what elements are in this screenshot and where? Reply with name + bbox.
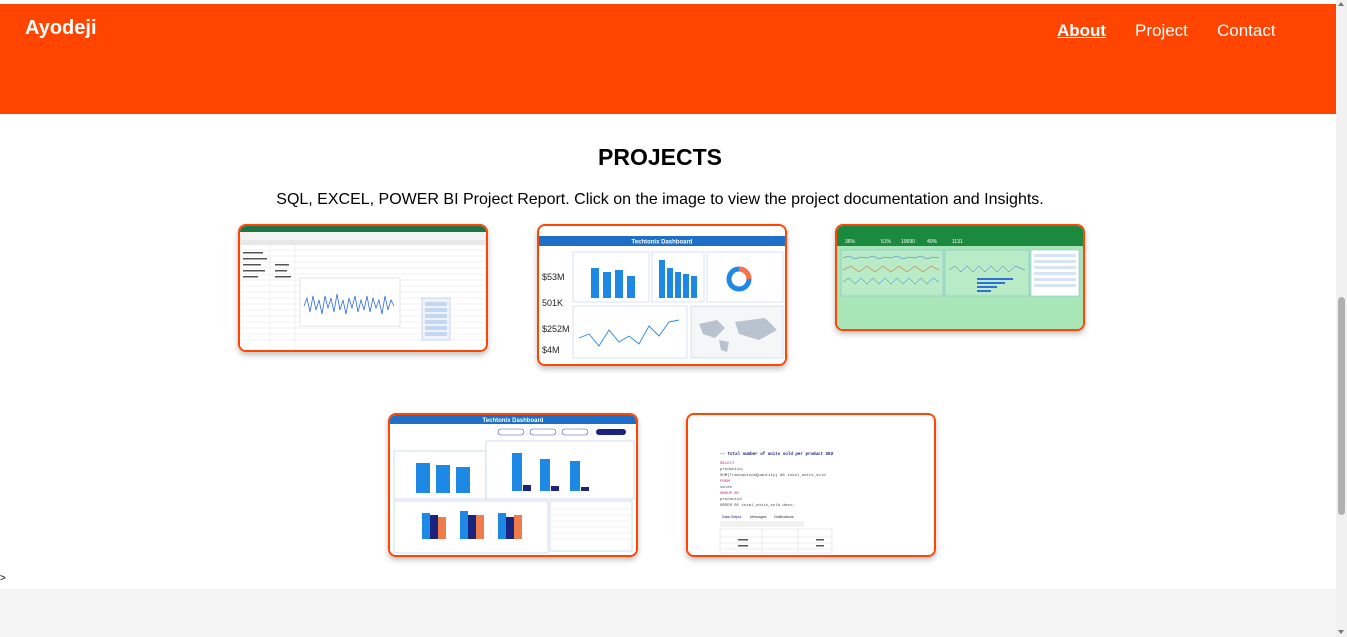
kpi-value: 40% xyxy=(927,239,938,245)
scroll-down-arrow-icon[interactable] xyxy=(1338,630,1344,634)
sql-line: SUM(TransactionQuantity) AS total_units_… xyxy=(720,473,826,478)
sql-comment: -- Total number of units sold per produc… xyxy=(720,452,834,457)
brand-name[interactable]: Ayodeji xyxy=(25,17,97,40)
kpi-value: 36% xyxy=(845,239,856,245)
kpi-value: 501K xyxy=(542,298,563,308)
project-card-sql[interactable]: -- Total number of units sold per produc… xyxy=(686,413,936,557)
nav-about-link[interactable]: About xyxy=(1057,21,1106,41)
stray-caret: > xyxy=(0,573,6,584)
sql-line: sales xyxy=(720,485,733,490)
sql-line: SELECT xyxy=(720,462,735,466)
results-tab: Messages xyxy=(750,515,767,519)
top-navbar: Ayodeji About Project Contact xyxy=(0,4,1336,114)
profit-dashboard-thumbnail: Techtonix Dashboard xyxy=(390,415,636,555)
section-title: PROJECTS xyxy=(598,144,722,170)
excel-project-thumbnail xyxy=(240,226,486,350)
project-card-excel[interactable] xyxy=(238,224,488,352)
kpi-value: 10690 xyxy=(901,239,915,245)
kpi-value: $4M xyxy=(542,345,560,355)
kpi-value: $53M xyxy=(542,272,565,282)
scroll-thumb[interactable] xyxy=(1338,297,1345,515)
sql-line: productid xyxy=(720,497,742,502)
page-scrollbar[interactable] xyxy=(1336,0,1347,637)
sql-line: productid, xyxy=(720,467,744,472)
results-tab: Notifications xyxy=(774,515,794,519)
sql-line: GROUP BY xyxy=(720,492,740,496)
kpi-value: $252M xyxy=(542,324,570,334)
project-card-green-dashboard[interactable]: 36% 51% 10690 40% 1131 xyxy=(835,224,1085,331)
results-tab: Data Output xyxy=(722,515,741,519)
sql-query-thumbnail: -- Total number of units sold per produc… xyxy=(688,415,934,555)
nav-project-link[interactable]: Project xyxy=(1135,21,1188,41)
sql-line: FROM xyxy=(720,480,730,484)
project-card-powerbi-profit[interactable]: Techtonix Dashboard xyxy=(388,413,638,557)
sales-dashboard-thumbnail: Techtonix Dashboard $53M 501K $252M $4M xyxy=(539,226,785,364)
section-subtitle: SQL, EXCEL, POWER BI Project Report. Cli… xyxy=(276,191,1044,208)
project-card-powerbi-sales[interactable]: Techtonix Dashboard $53M 501K $252M $4M xyxy=(537,224,787,366)
sql-line: ORDER BY total_units_sold desc; xyxy=(720,503,794,508)
green-dashboard-thumbnail: 36% 51% 10690 40% 1131 xyxy=(837,226,1083,329)
dashboard-title: Techtonix Dashboard xyxy=(483,418,544,424)
footer-band xyxy=(0,589,1336,637)
dashboard-title: Techtonix Dashboard xyxy=(632,240,693,246)
nav-contact-link[interactable]: Contact xyxy=(1217,21,1276,41)
scroll-up-arrow-icon[interactable] xyxy=(1338,2,1344,6)
kpi-value: 51% xyxy=(881,239,892,245)
kpi-value: 1131 xyxy=(952,239,963,245)
